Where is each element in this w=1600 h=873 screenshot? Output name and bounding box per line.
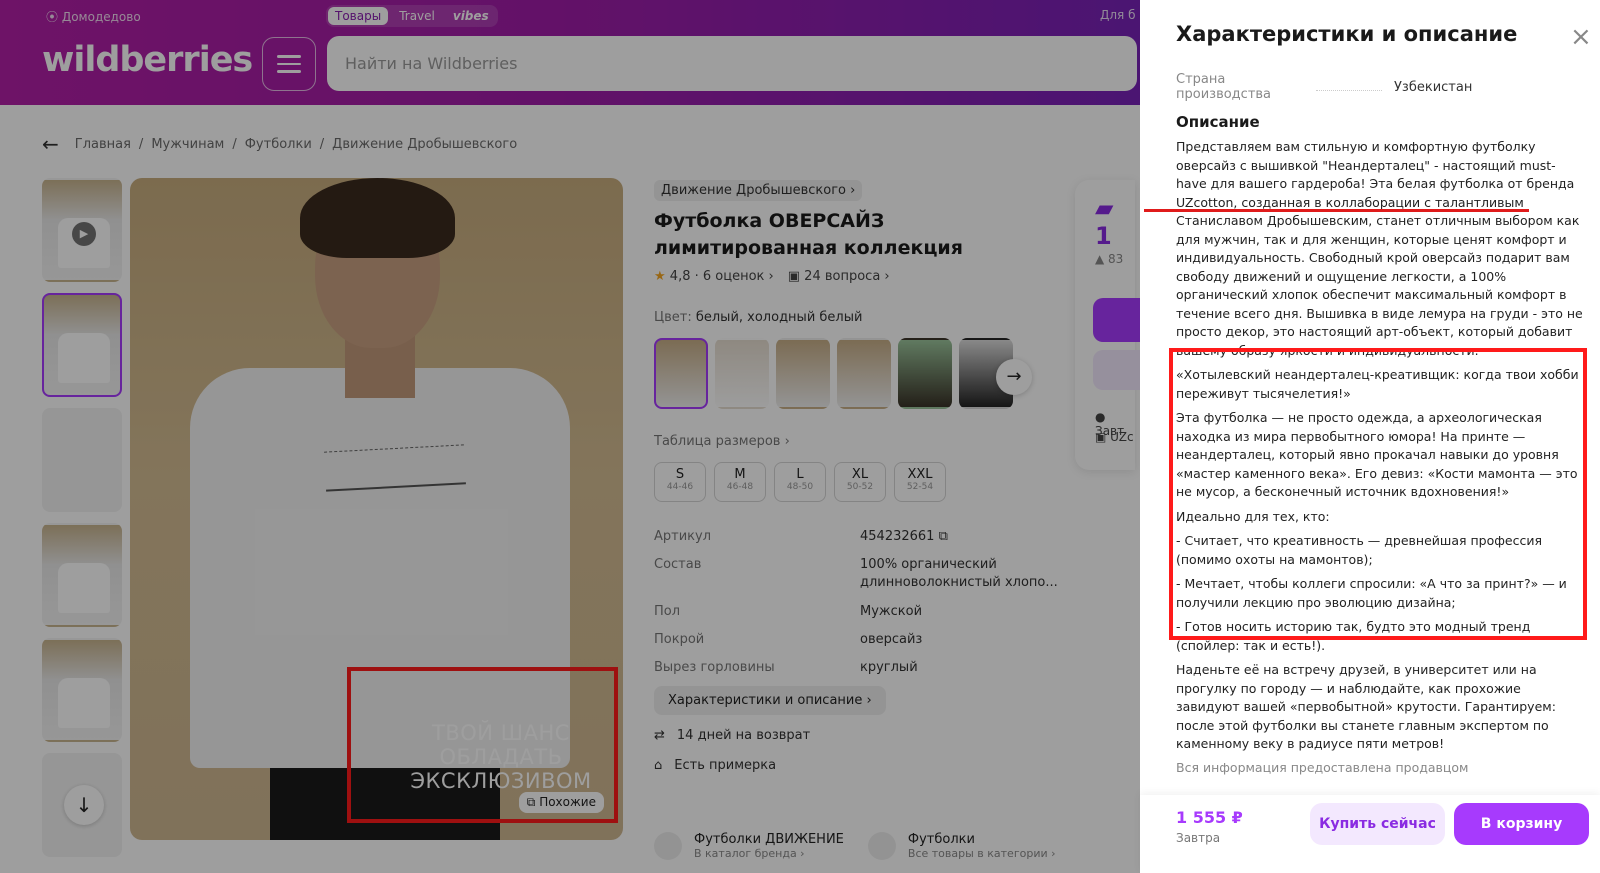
- country-row: Страна производства Узбекистан: [1176, 72, 1472, 102]
- footer-delivery-date: Завтра: [1176, 831, 1221, 845]
- close-icon[interactable]: ×: [1570, 22, 1592, 52]
- country-value: Узбекистан: [1394, 79, 1473, 95]
- buy-now-button[interactable]: Купить сейчас: [1310, 803, 1445, 845]
- seller-note: Вся информация предоставлена продавцом: [1176, 760, 1469, 775]
- footer-price: 1 555 ₽: [1176, 808, 1243, 827]
- country-label: Страна производства: [1176, 72, 1272, 102]
- modal-overlay[interactable]: [0, 0, 1140, 873]
- page: ⦿ Домодедово Товары Travel vibes Для б w…: [0, 0, 1600, 873]
- highlight-underline: [1144, 209, 1529, 212]
- highlight-box: [1169, 348, 1587, 640]
- panel-title: Характеристики и описание: [1176, 22, 1518, 46]
- description-heading: Описание: [1176, 113, 1260, 131]
- panel-footer: 1 555 ₽ Завтра Купить сейчас В корзину: [1140, 795, 1600, 873]
- add-to-cart-button[interactable]: В корзину: [1454, 803, 1589, 845]
- desc-paragraph: Наденьте её на встречу друзей, в универс…: [1176, 662, 1556, 751]
- desc-paragraph: Представляем вам стильную и комфортную ф…: [1176, 139, 1583, 358]
